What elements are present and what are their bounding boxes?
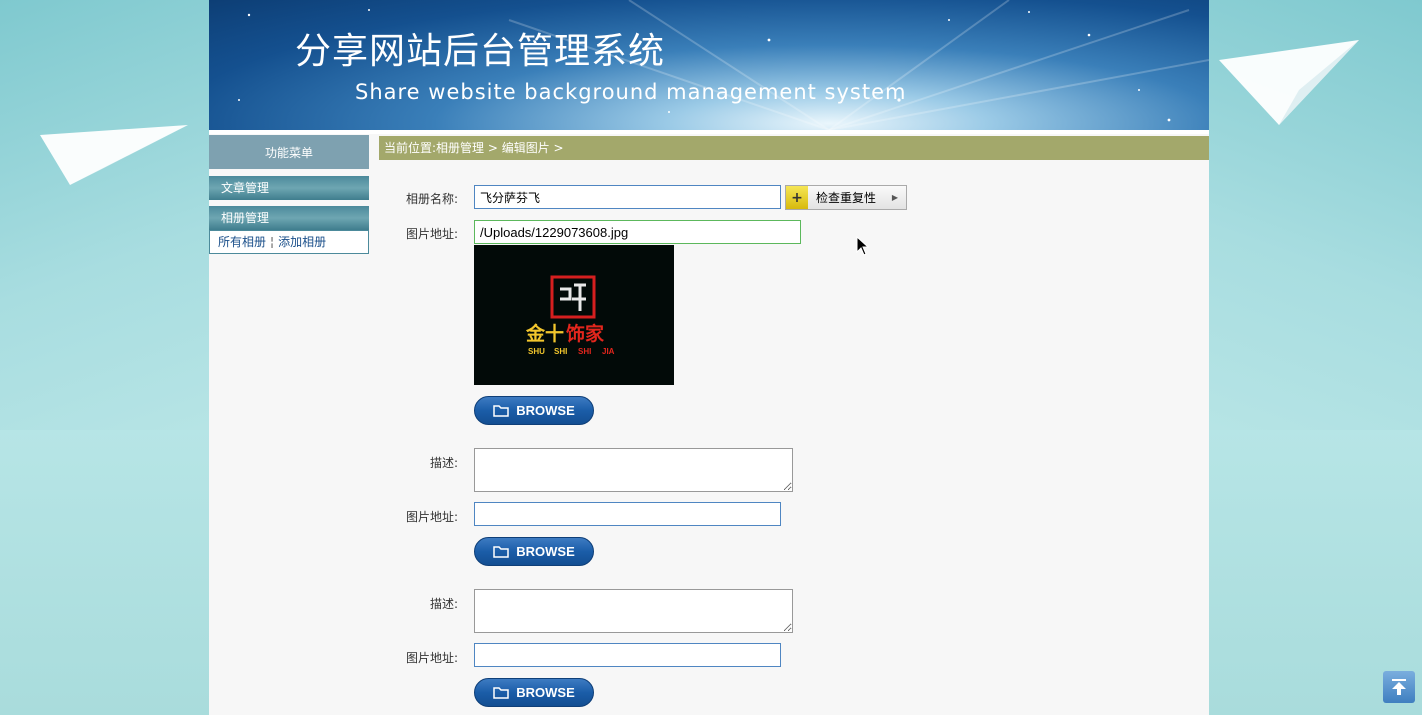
album-name-label: 相册名称: [405,192,458,206]
folder-icon [493,546,509,558]
svg-text:金十: 金十 [525,322,564,345]
all-albums-link[interactable]: 所有相册 [218,235,266,249]
sidebar-album-submenu: 所有相册 ¦ 添加相册 [209,230,369,254]
browse-label: BROWSE [516,685,575,700]
browse-label: BROWSE [516,403,575,418]
check-duplicate-label: 检查重复性 [816,191,877,205]
sidebar-item-albums[interactable]: 相册管理 [209,206,369,230]
description-textarea-2[interactable] [474,589,793,633]
main-page: 分享网站后台管理系统 Share website background mana… [209,0,1209,715]
check-duplicate-button[interactable]: + 检查重复性 ▶ [785,185,907,210]
link-separator: ¦ [270,235,275,249]
paper-plane-decoration [40,125,188,185]
description-label-3: 描述: [429,597,458,611]
browse-button-3[interactable]: BROWSE [474,678,594,707]
right-background [1209,0,1422,430]
svg-text:JIA: JIA [602,347,615,356]
svg-text:SHI: SHI [578,347,591,356]
paper-plane-decoration [1219,40,1359,125]
brand-logo-image: 金十 饰家 SHU SHI SHI JIA [525,275,615,356]
folder-icon [493,687,509,699]
svg-text:饰家: 饰家 [566,322,605,345]
mouse-cursor-icon [856,236,870,256]
image-url-label: 图片地址: [405,227,458,241]
banner-divider [209,130,1209,134]
folder-icon [493,405,509,417]
description-textarea-1[interactable] [474,448,793,492]
sidebar-item-articles[interactable]: 文章管理 [209,176,369,200]
arrow-up-icon [1392,679,1406,695]
arrow-right-icon: ▶ [891,193,898,202]
image-url-label-3: 图片地址: [405,651,458,665]
svg-text:SHU: SHU [528,347,545,356]
scroll-to-top-button[interactable] [1383,671,1415,703]
image-url-input-2[interactable] [474,502,781,526]
image-url-input[interactable] [474,220,801,244]
breadcrumb: 当前位置:相册管理 > 编辑图片 > [379,136,1209,160]
left-background [0,0,209,430]
album-name-input[interactable] [474,185,781,209]
browse-button-2[interactable]: BROWSE [474,537,594,566]
system-subtitle: Share website background management syst… [355,80,907,104]
sidebar-menu-title: 功能菜单 [209,135,369,169]
image-url-label-2: 图片地址: [405,510,458,524]
browse-label: BROWSE [516,544,575,559]
header-banner: 分享网站后台管理系统 Share website background mana… [209,0,1209,130]
svg-text:SHI: SHI [554,347,567,356]
description-label: 描述: [429,456,458,470]
system-title: 分享网站后台管理系统 [295,31,666,72]
plus-icon: + [786,186,808,209]
browse-button-1[interactable]: BROWSE [474,396,594,425]
image-url-input-3[interactable] [474,643,781,667]
add-album-link[interactable]: 添加相册 [278,235,326,249]
image-preview: 金十 饰家 SHU SHI SHI JIA [474,245,674,385]
